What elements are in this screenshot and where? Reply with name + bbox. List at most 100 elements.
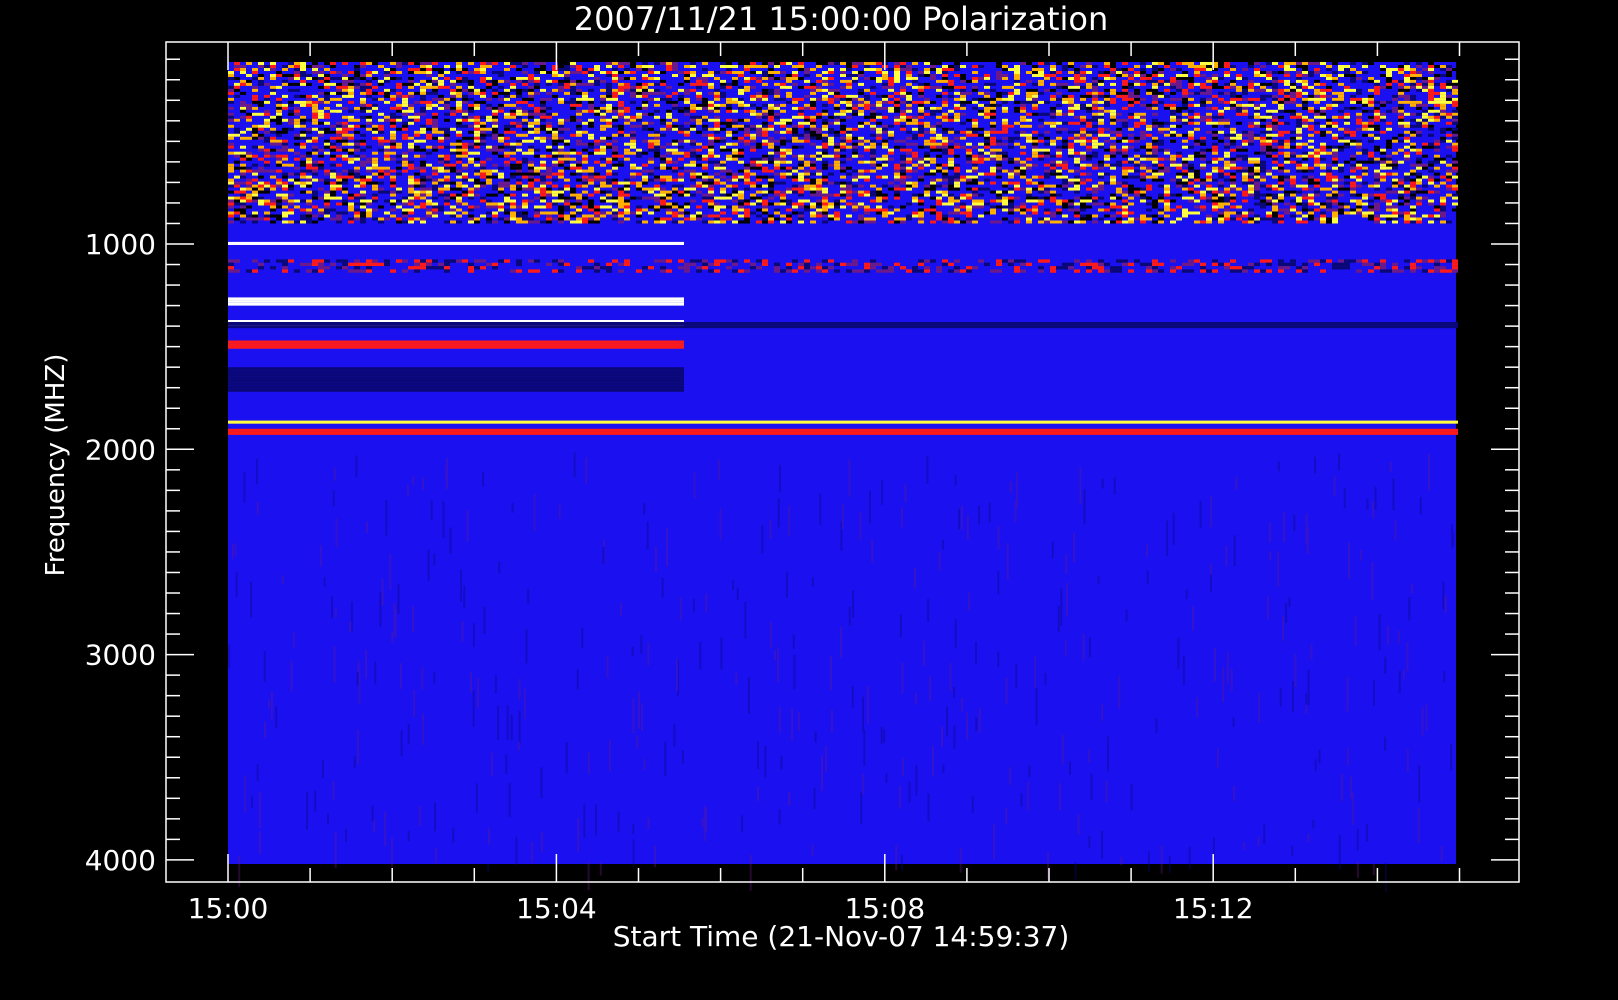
heatmap-cell — [1434, 74, 1440, 77]
heatmap-cell — [1098, 94, 1104, 98]
heatmap-cell — [1008, 124, 1014, 128]
heatmap-cell — [1068, 133, 1074, 137]
heatmap-cell — [714, 97, 720, 101]
heatmap-cell — [918, 172, 924, 176]
heatmap-cell — [360, 97, 366, 101]
heatmap-cell — [900, 148, 906, 152]
heatmap-cell — [426, 169, 432, 173]
heatmap-cell — [294, 124, 300, 128]
heatmap-cell — [456, 115, 462, 119]
heatmap-cell — [1380, 65, 1386, 68]
heatmap-cell — [966, 151, 972, 155]
heatmap-cell — [1038, 71, 1044, 74]
heatmap-cell — [258, 94, 264, 98]
heatmap-cell — [666, 103, 672, 107]
heatmap-cell — [924, 97, 930, 101]
heatmap-cell — [720, 91, 726, 95]
heatmap-cell — [1158, 121, 1164, 125]
heatmap-cell — [900, 109, 906, 113]
heatmap-cell — [756, 142, 762, 146]
heatmap-cell — [714, 103, 720, 107]
heatmap-cell — [1266, 145, 1272, 149]
heatmap-cell — [768, 121, 774, 125]
heatmap-cell — [984, 133, 990, 137]
heatmap-cell — [1014, 88, 1020, 92]
heatmap-cell — [312, 100, 318, 104]
heatmap-cell — [762, 154, 768, 158]
heatmap-cell — [1050, 169, 1056, 173]
heatmap-cell — [1188, 91, 1194, 95]
heatmap-cell — [270, 169, 276, 173]
heatmap-cell — [288, 109, 294, 113]
heatmap-cell — [1332, 71, 1338, 74]
heatmap-cell — [234, 130, 240, 134]
heatmap-cell — [1272, 94, 1278, 98]
heatmap-cell — [720, 97, 726, 101]
heatmap-cell — [576, 100, 582, 104]
heatmap-cell — [228, 145, 234, 149]
heatmap-cell — [1134, 121, 1140, 125]
heatmap-cell — [498, 103, 504, 107]
heatmap-cell — [408, 106, 414, 110]
heatmap-cell — [294, 148, 300, 152]
heatmap-cell — [1338, 115, 1344, 119]
heatmap-cell — [1026, 65, 1032, 68]
heatmap-cell — [672, 106, 678, 110]
heatmap-cell — [384, 100, 390, 104]
heatmap-cell — [798, 139, 804, 143]
heatmap-cell — [840, 118, 846, 122]
heatmap-cell — [372, 169, 378, 173]
heatmap-cell — [1002, 154, 1008, 158]
heatmap-cell — [882, 139, 888, 143]
heatmap-cell — [822, 118, 828, 122]
heatmap-cell — [468, 115, 474, 119]
heatmap-cell — [1344, 136, 1350, 140]
heatmap-cell — [1164, 106, 1170, 110]
heatmap-cell — [240, 145, 246, 149]
heatmap-cell — [300, 136, 306, 140]
heatmap-cell — [354, 65, 360, 68]
heatmap-cell — [1350, 115, 1356, 119]
heatmap-cell — [606, 68, 612, 71]
heatmap-cell — [366, 118, 372, 122]
heatmap-cell — [462, 109, 468, 113]
heatmap-cell — [774, 163, 780, 167]
heatmap-cell — [540, 136, 546, 140]
heatmap-cell — [558, 148, 564, 152]
heatmap-cell — [774, 145, 780, 149]
heatmap-cell — [384, 118, 390, 122]
heatmap-cell — [900, 157, 906, 161]
heatmap-cell — [1242, 148, 1248, 152]
heatmap-cell — [1074, 151, 1080, 155]
heatmap-cell — [552, 130, 558, 134]
heatmap-cell — [894, 65, 900, 68]
heatmap-cell — [1032, 103, 1038, 107]
heatmap-cell — [996, 65, 1002, 68]
heatmap-cell — [1122, 91, 1128, 95]
heatmap-cell — [696, 157, 702, 161]
heatmap-cell — [774, 94, 780, 98]
heatmap-cell — [324, 142, 330, 146]
heatmap-cell — [846, 97, 852, 101]
heatmap-cell — [804, 79, 810, 83]
heatmap-cell — [228, 163, 234, 167]
heatmap-cell — [1356, 121, 1362, 125]
heatmap-cell — [1152, 65, 1158, 68]
heatmap-cell — [714, 166, 720, 170]
heatmap-cell — [420, 85, 426, 89]
heatmap-cell — [564, 142, 570, 146]
heatmap-cell — [546, 127, 552, 131]
heatmap-cell — [888, 139, 894, 143]
heatmap-cell — [1224, 151, 1230, 155]
heatmap-cell — [534, 148, 540, 152]
heatmap-cell — [558, 79, 564, 83]
heatmap-cell — [1146, 133, 1152, 137]
heatmap-cell — [300, 130, 306, 134]
heatmap-cell — [1248, 82, 1254, 86]
heatmap-cell — [1392, 106, 1398, 110]
heatmap-cell — [516, 94, 522, 98]
heatmap-cell — [798, 157, 804, 161]
heatmap-cell — [750, 94, 756, 98]
heatmap-cell — [810, 124, 816, 128]
heatmap-cell — [732, 77, 738, 80]
